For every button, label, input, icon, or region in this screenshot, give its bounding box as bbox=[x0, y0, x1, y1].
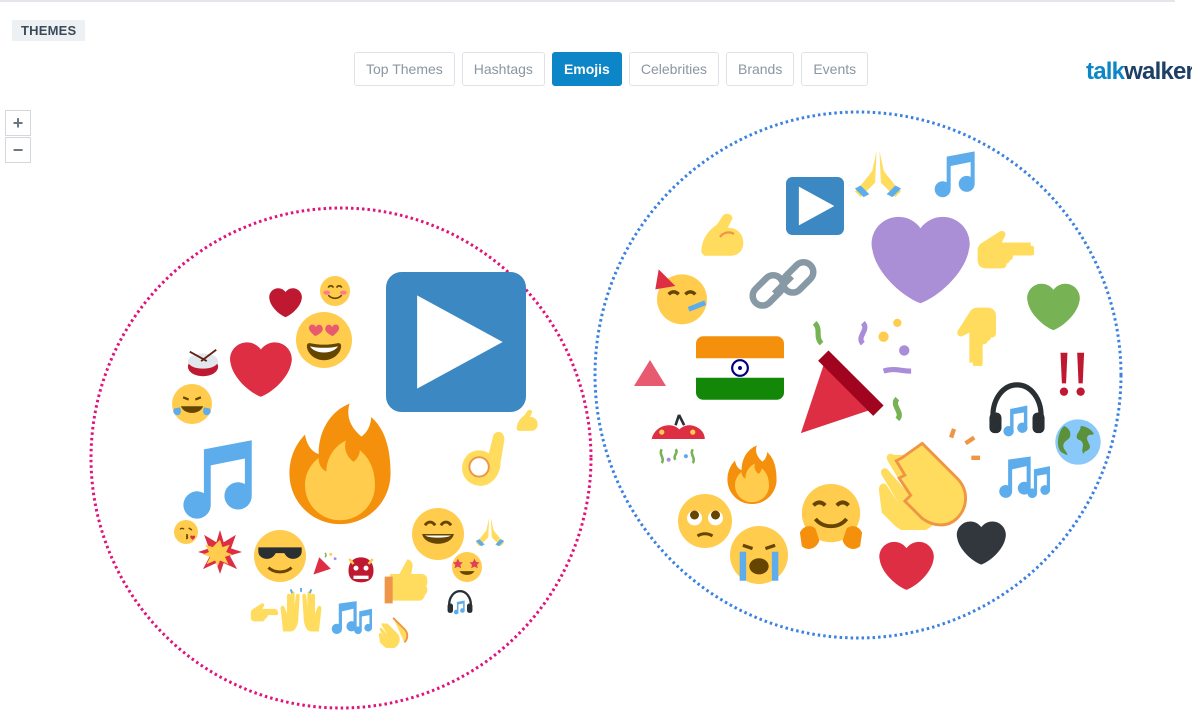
red-triangle-icon[interactable] bbox=[632, 358, 668, 388]
heart-icon[interactable] bbox=[224, 338, 292, 406]
cluster-outlines bbox=[89, 110, 1123, 710]
black-heart-icon[interactable] bbox=[952, 518, 1006, 572]
musical-note-icon[interactable] bbox=[928, 150, 976, 198]
musical-note-icon[interactable] bbox=[172, 438, 254, 520]
purple-heart-icon[interactable] bbox=[862, 210, 970, 318]
party-popper-icon[interactable] bbox=[794, 316, 918, 440]
heart-eyes-face-icon[interactable] bbox=[296, 312, 352, 368]
flexed-biceps-icon[interactable] bbox=[512, 406, 540, 434]
confetti-ball-icon[interactable] bbox=[648, 408, 710, 470]
red-heart-icon[interactable] bbox=[874, 538, 934, 598]
pointing-right-icon[interactable] bbox=[250, 598, 278, 626]
flexed-biceps-icon[interactable] bbox=[692, 206, 748, 262]
star-struck-face-icon[interactable] bbox=[452, 552, 482, 582]
headphone-icon[interactable] bbox=[986, 378, 1048, 440]
clapping-hands-icon[interactable] bbox=[876, 426, 980, 530]
pleading-face-icon[interactable] bbox=[678, 494, 732, 548]
clapping-hands-icon[interactable] bbox=[378, 614, 412, 648]
kissing-face-icon[interactable] bbox=[174, 520, 198, 544]
smiling-face-hands-icon[interactable] bbox=[796, 482, 866, 552]
collision-icon[interactable] bbox=[198, 530, 242, 574]
partying-face-icon[interactable] bbox=[652, 266, 712, 326]
ogre-icon[interactable] bbox=[346, 554, 376, 584]
pointing-right-icon[interactable] bbox=[976, 220, 1034, 278]
drum-icon[interactable] bbox=[186, 346, 220, 380]
green-heart-icon[interactable] bbox=[1022, 280, 1080, 338]
headphone-icon[interactable] bbox=[446, 588, 474, 616]
sunglasses-face-icon[interactable] bbox=[254, 530, 306, 582]
link-icon[interactable] bbox=[744, 246, 822, 324]
party-popper-icon[interactable] bbox=[312, 550, 338, 576]
double-exclamation-icon[interactable] bbox=[1056, 350, 1090, 400]
ok-hand-icon[interactable] bbox=[448, 428, 518, 498]
raising-hands-icon[interactable] bbox=[278, 588, 324, 634]
india-flag-icon[interactable] bbox=[696, 336, 784, 400]
musical-notes-icon[interactable] bbox=[326, 596, 372, 642]
fire-icon[interactable] bbox=[270, 388, 410, 528]
play-button-icon[interactable] bbox=[786, 177, 844, 235]
folded-hands-icon[interactable] bbox=[474, 516, 506, 548]
musical-notes-icon[interactable] bbox=[992, 450, 1050, 508]
tears-of-joy-face-icon[interactable] bbox=[172, 384, 212, 424]
thumbs-up-icon[interactable] bbox=[382, 558, 430, 606]
pointing-down-icon[interactable] bbox=[946, 306, 1006, 366]
crying-face-icon[interactable] bbox=[730, 526, 788, 584]
smiling-blush-face-icon[interactable] bbox=[320, 276, 350, 306]
globe-icon[interactable] bbox=[1054, 418, 1102, 466]
folded-hands-icon[interactable] bbox=[852, 148, 904, 200]
